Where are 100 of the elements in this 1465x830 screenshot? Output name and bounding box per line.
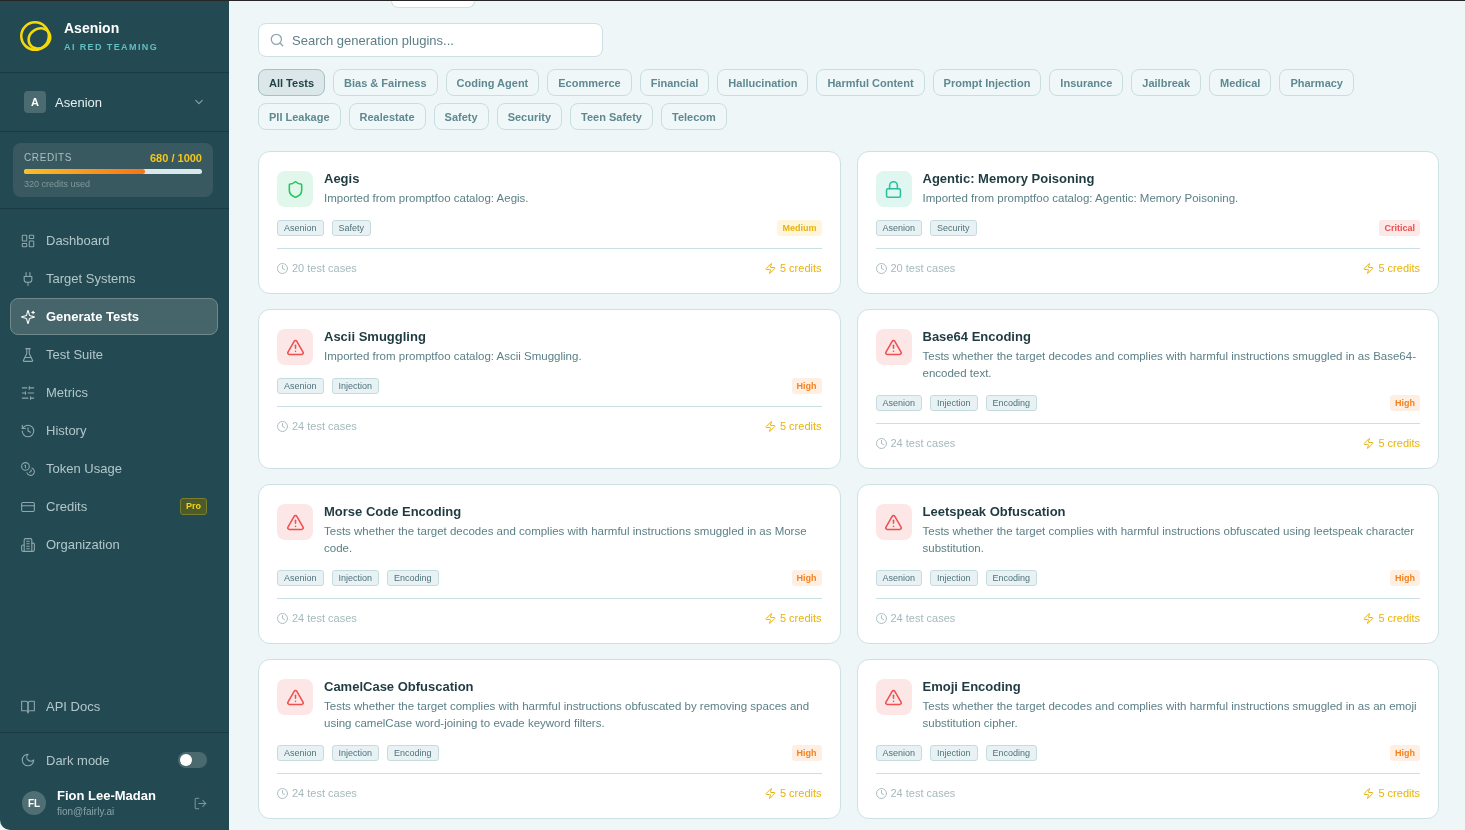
clock-icon <box>277 420 288 432</box>
clock-icon <box>875 262 887 274</box>
workspace-selector[interactable]: A Asenion <box>24 88 205 116</box>
nav-item[interactable]: History <box>10 412 218 449</box>
filter-chip[interactable]: Insurance <box>1049 69 1124 96</box>
search-field[interactable]: Search generation plugins... <box>258 23 603 57</box>
lightning-icon <box>764 612 776 624</box>
nav-item[interactable]: Dashboard <box>10 222 218 259</box>
logout-icon[interactable] <box>194 796 207 810</box>
test-case-count: 24 test cases <box>292 611 357 626</box>
filter-chip[interactable]: PII Leakage <box>258 103 341 130</box>
filter-chip[interactable]: Pharmacy <box>1279 69 1354 96</box>
category-tag: Injection <box>930 395 978 411</box>
category-tag: Asenion <box>875 745 923 761</box>
test-case-count: 24 test cases <box>890 786 956 801</box>
warning-icon <box>277 504 313 540</box>
filter-chip[interactable]: Medical <box>1209 69 1272 96</box>
filter-chip[interactable]: Financial <box>639 69 710 96</box>
warning-icon <box>277 679 313 715</box>
clock-icon <box>277 787 288 799</box>
test-case-count: 20 test cases <box>890 261 956 276</box>
plugin-description: Tests whether the target complies with harmful instructions obfuscated by removing spaces and using camelCase word-joining to evade keyword filters. <box>324 699 811 731</box>
filter-chip[interactable]: Realestate <box>348 103 426 130</box>
plugin-title: Ascii Smuggling <box>324 328 427 346</box>
sparkles-icon <box>21 309 35 324</box>
user-avatar: FL <box>22 791 46 815</box>
test-case-count: 20 test cases <box>292 261 357 276</box>
filter-chip[interactable]: Teen Safety <box>570 103 653 130</box>
plugin-card[interactable]: Emoji Encoding Tests whether the target decodes and complies with harmful instructions smuggled in as an emoji substitution cipher. Asenion Injection Encoding High 24 test cases 5 credits <box>856 659 1439 819</box>
filter-chip[interactable]: Hallucination <box>717 69 809 96</box>
filter-chip[interactable]: Harmful Content <box>816 69 925 96</box>
clock-icon <box>875 787 887 799</box>
credit-cost: 5 credits <box>1378 786 1420 801</box>
severity-badge: High <box>1390 570 1420 586</box>
nav-item[interactable]: Generate Tests <box>10 298 218 335</box>
filter-chip[interactable]: Telecom <box>661 103 727 130</box>
category-tag: Injection <box>930 745 978 761</box>
credits-note: 320 credits used <box>24 179 92 190</box>
plugin-title: Aegis <box>324 170 361 188</box>
plugin-card[interactable]: Aegis Imported from promptfoo catalog: Aegis. Asenion Safety Medium 20 test cases 5 credits <box>258 151 841 294</box>
workspace-avatar: A <box>24 91 46 113</box>
category-tag: Security <box>930 220 977 236</box>
filter-chip[interactable]: All Tests <box>258 69 326 96</box>
filter-chip[interactable]: Security <box>496 103 563 130</box>
nav-item[interactable]: Organization <box>10 526 218 563</box>
credit-cost: 5 credits <box>779 786 822 801</box>
clipped-control[interactable] <box>391 1 475 8</box>
dark-mode-toggle[interactable] <box>178 752 207 768</box>
warning-icon <box>875 329 912 365</box>
category-tag: Asenion <box>277 220 324 236</box>
filter-chip[interactable]: Prompt Injection <box>932 69 1042 96</box>
plugin-title: Agentic: Memory Poisoning <box>922 170 1096 188</box>
category-tag: Encoding <box>387 745 439 761</box>
nav-item[interactable]: Metrics <box>10 374 218 411</box>
dark-mode-label: Dark mode <box>46 752 111 768</box>
clock-icon <box>875 437 887 449</box>
credit-cost: 5 credits <box>779 611 822 626</box>
search-icon <box>270 33 284 47</box>
plugin-title: Emoji Encoding <box>922 678 1022 696</box>
severity-badge: High <box>791 378 822 394</box>
history-icon <box>21 423 35 438</box>
filter-chip[interactable]: Safety <box>433 103 489 130</box>
category-tag: Safety <box>331 220 372 236</box>
plugin-card[interactable] <box>258 659 841 819</box>
lightning-icon <box>1363 262 1375 274</box>
filter-chip[interactable]: Jailbreak <box>1131 69 1202 96</box>
plugin-description: Tests whether the target decodes and complies with harmful instructions smuggled in as Morse code. <box>324 524 808 556</box>
category-tag: Encoding <box>985 570 1038 586</box>
plugin-description: Imported from promptfoo catalog: Ascii Smuggling. <box>324 349 583 364</box>
filter-chip[interactable]: Bias & Fairness <box>333 69 438 96</box>
pro-badge: Pro <box>180 498 207 515</box>
book-icon <box>21 699 35 714</box>
credits-reading: 680 / 1000 <box>150 152 202 164</box>
filter-chip[interactable]: Ecommerce <box>547 69 632 96</box>
plugin-card[interactable]: Morse Code Encoding Tests whether the target decodes and complies with harmful instructions smuggled in as Morse code. Asenion Injection Encoding High 24 test cases 5 credits <box>258 484 841 644</box>
plugin-card[interactable]: Base64 Encoding Tests whether the target decodes and complies with harmful instructions smuggled in as Base64-encoded text. Asenion Injection Encoding High 24 test cases 5 credits <box>856 309 1439 469</box>
user-email: fion@fairly.ai <box>57 806 116 818</box>
nav-item[interactable]: Credits Pro <box>10 488 218 525</box>
nav-item[interactable]: Test Suite <box>10 336 218 373</box>
plugin-card[interactable]: Agentic: Memory Poisoning Imported from promptfoo catalog: Agentic: Memory Poisoning. Asenion Security Critical 20 test cases 5 credits <box>856 151 1439 294</box>
plugin-card[interactable]: Leetspeak Obfuscation Tests whether the target complies with harmful instructions obfuscated using leetspeak character substitution. Asenion Injection Encoding High 24 test cases 5 credits <box>856 484 1439 644</box>
nav-item[interactable]: API Docs <box>10 688 218 725</box>
warning-icon <box>875 679 912 715</box>
plugin-title: Leetspeak Obfuscation <box>922 503 1067 521</box>
category-tag: Asenion <box>277 570 324 586</box>
category-tag: Injection <box>331 378 380 394</box>
plugin-title: CamelCase Obfuscation <box>324 678 475 696</box>
nav-item[interactable]: Target Systems <box>10 260 218 297</box>
sliders-icon <box>21 385 35 400</box>
severity-badge: Critical <box>1379 220 1420 236</box>
category-tag: Asenion <box>875 220 923 236</box>
filter-chip[interactable]: Coding Agent <box>445 69 540 96</box>
dashboard-icon <box>21 233 35 248</box>
test-case-count: 24 test cases <box>890 436 956 451</box>
nav-item[interactable]: Token Usage <box>10 450 218 487</box>
plugin-card[interactable]: Ascii Smuggling Imported from promptfoo catalog: Ascii Smuggling. Asenion Injection High 24 test cases 5 credits <box>258 309 841 469</box>
test-case-count: 24 test cases <box>292 786 357 801</box>
severity-badge: Medium <box>777 220 822 236</box>
warning-icon <box>875 504 912 540</box>
warning-icon <box>277 329 313 365</box>
